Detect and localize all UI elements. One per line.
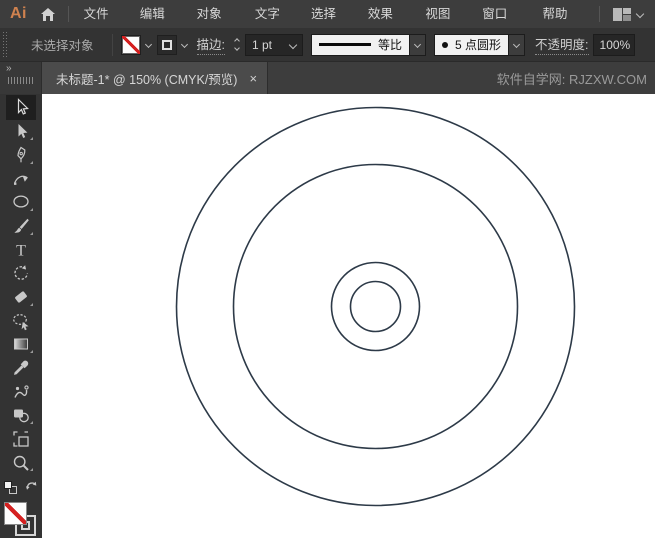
menu-item-edit[interactable]: 编辑(E) (132, 0, 189, 49)
default-fill-stroke-icon[interactable] (4, 480, 17, 494)
lasso-tool[interactable] (6, 309, 36, 333)
menu-item-effect[interactable]: 效果(C) (360, 0, 418, 49)
document-title: 未标题-1* @ 150% (CMYK/预览) (56, 72, 238, 87)
panel-grip[interactable] (2, 31, 9, 58)
separator (599, 6, 600, 22)
menu-bar: Ai 文件(F) 编辑(E) 对象(O) 文字(T) 选择(S) 效果(C) 视… (0, 0, 655, 49)
stroke-width-stepper[interactable] (231, 38, 243, 51)
main-menu: 文件(F) 编辑(E) 对象(O) 文字(T) 选择(S) 效果(C) 视图(V… (76, 0, 592, 49)
selection-status: 未选择对象 (31, 39, 94, 53)
puppet-warp-tool[interactable] (6, 380, 36, 404)
menu-item-file[interactable]: 文件(F) (76, 0, 132, 49)
fill-dropdown-chevron[interactable] (141, 34, 157, 56)
menu-item-window[interactable]: 窗口(W) (474, 0, 534, 49)
svg-text:T: T (16, 242, 26, 259)
shape-builder-tool[interactable] (6, 404, 36, 428)
menu-item-view[interactable]: 视图(V) (417, 0, 474, 49)
separator (67, 6, 69, 22)
stroke-width-input[interactable]: 1 pt (245, 33, 303, 56)
chevron-down-icon (288, 40, 298, 49)
brush-name: 5 点圆形 (455, 38, 502, 52)
main-area: T (0, 94, 655, 538)
selection-tool[interactable] (6, 95, 36, 120)
menu-item-type[interactable]: 文字(T) (247, 0, 303, 49)
stroke-color-swatch[interactable] (156, 34, 177, 55)
workspace-switcher[interactable] (592, 6, 655, 22)
brush-preview-dot (442, 41, 449, 48)
fill-color-swatch[interactable] (120, 34, 141, 55)
direct-selection-tool[interactable] (6, 120, 36, 144)
workspace-grid-icon (613, 7, 631, 21)
curvature-tool[interactable] (6, 167, 36, 191)
menu-item-object[interactable]: 对象(O) (189, 0, 247, 49)
brush-dropdown-chevron[interactable] (509, 33, 526, 56)
document-tab[interactable]: 未标题-1* @ 150% (CMYK/预览) × (42, 62, 269, 94)
type-tool[interactable]: T (6, 238, 36, 262)
tab-bar: » 未标题-1* @ 150% (CMYK/预览) × 软件自学网: RJZXW… (0, 62, 655, 94)
fill-stroke-indicator (4, 502, 38, 537)
eraser-tool[interactable] (6, 285, 36, 309)
profile-dropdown-chevron[interactable] (410, 33, 427, 56)
pen-tool[interactable] (6, 143, 36, 167)
stroke-label[interactable]: 描边: (196, 34, 225, 55)
brush-select[interactable]: 5 点圆形 (434, 33, 510, 56)
toolbar-header: » (0, 62, 42, 94)
eyedropper-tool[interactable] (6, 356, 36, 380)
watermark-text: 软件自学网: RJZXW.COM (496, 71, 647, 87)
artboard-tool[interactable] (6, 427, 36, 451)
canvas[interactable] (42, 94, 655, 538)
opacity-value: 100% (599, 37, 631, 52)
stroke-dropdown-chevron[interactable] (177, 34, 193, 56)
zoom-tool[interactable] (6, 451, 36, 475)
artwork-concentric-circles (175, 106, 576, 507)
menu-item-help[interactable]: 帮助(H) (534, 0, 592, 49)
uniform-profile-preview (319, 43, 371, 46)
fill-indicator-none[interactable] (4, 502, 27, 526)
ellipse-tool[interactable] (6, 191, 36, 215)
collapse-panel-icon[interactable]: » (6, 64, 13, 74)
menu-item-select[interactable]: 选择(S) (303, 0, 360, 49)
illustrator-window: Ai 文件(F) 编辑(E) 对象(O) 文字(T) 选择(S) 效果(C) 视… (0, 0, 655, 538)
swap-fill-stroke-icon[interactable] (25, 478, 38, 496)
opacity-label[interactable]: 不透明度: (535, 34, 589, 55)
control-bar: 未选择对象 描边: 1 pt 等比 5 点圆形 不透明度: 100% (0, 28, 655, 62)
home-icon[interactable] (35, 0, 61, 28)
stroke-profile-value: 等比 (378, 38, 403, 52)
separator (111, 33, 113, 56)
rotate-tool[interactable] (6, 262, 36, 286)
swatch-controls (4, 478, 38, 496)
stroke-profile-select[interactable]: 等比 (311, 33, 411, 56)
paintbrush-tool[interactable] (6, 214, 36, 238)
chevron-down-icon (635, 9, 645, 19)
stroke-width-value: 1 pt (252, 37, 273, 52)
app-logo: Ai (10, 5, 27, 22)
tools-panel: T (0, 94, 42, 538)
tab-close-icon[interactable]: × (249, 72, 257, 85)
toolbar-grip[interactable] (8, 77, 34, 85)
opacity-input[interactable]: 100% (592, 33, 635, 56)
gradient-tool[interactable] (6, 333, 36, 357)
